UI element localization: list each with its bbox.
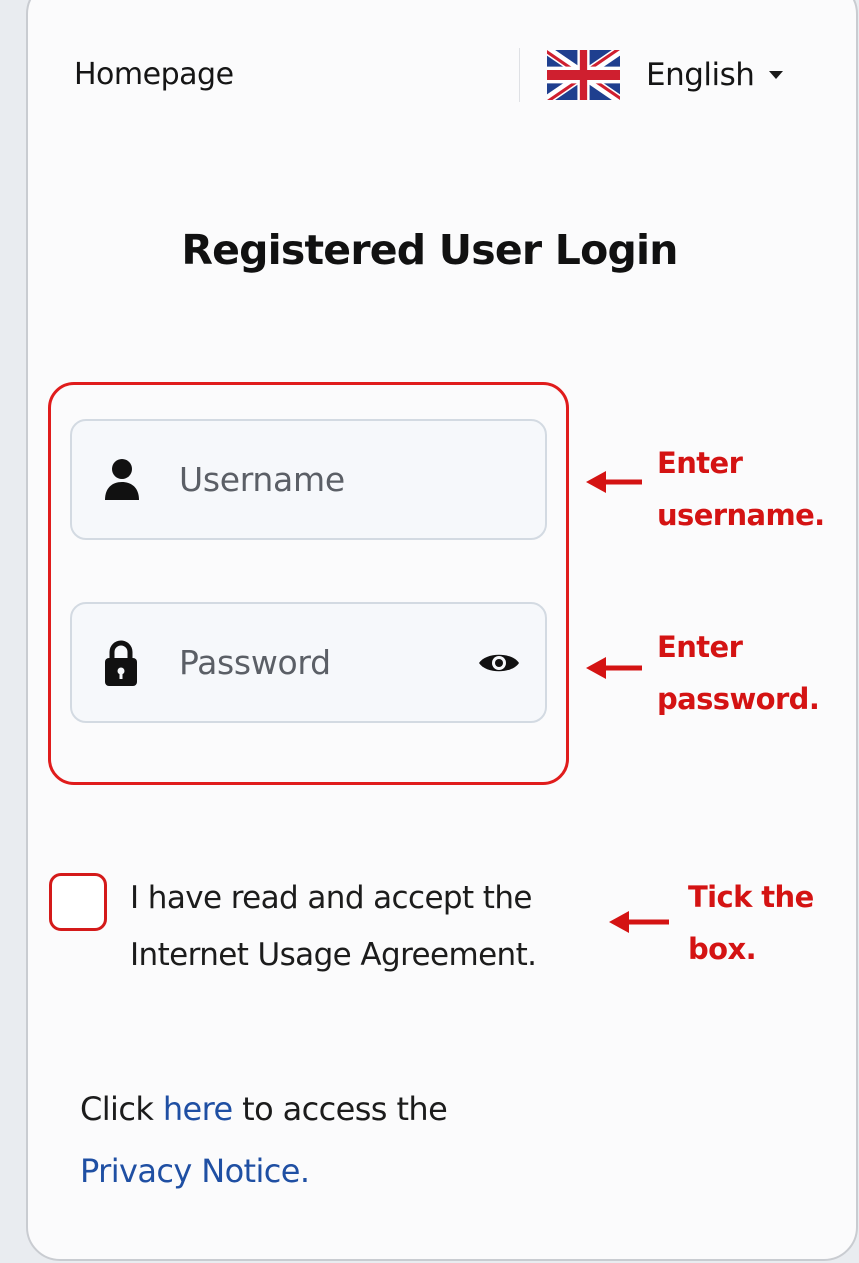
- agreement-checkbox[interactable]: [49, 873, 107, 931]
- arrow-left-icon: [609, 911, 669, 933]
- header-divider: [519, 48, 520, 102]
- checkbox-annotation: Tick the box.: [688, 871, 814, 975]
- privacy-text: Click here to access the Privacy Notice.: [80, 1078, 448, 1202]
- agreement-line: Internet Usage Agreement.: [130, 937, 537, 973]
- username-placeholder: Username: [179, 460, 345, 499]
- annotation-line: box.: [688, 932, 757, 966]
- language-label: English: [646, 57, 755, 93]
- arrow-left-icon: [586, 471, 642, 493]
- annotation-line: Enter: [657, 446, 743, 480]
- annotation-line: Enter: [657, 630, 743, 664]
- password-annotation: Enter password.: [657, 621, 820, 725]
- annotation-line: password.: [657, 682, 820, 716]
- language-selector[interactable]: English: [547, 48, 784, 102]
- page-title: Registered User Login: [181, 226, 678, 274]
- privacy-notice-link[interactable]: Privacy Notice.: [80, 1152, 310, 1190]
- uk-flag-icon: [547, 50, 620, 100]
- caret-down-icon: [769, 71, 784, 79]
- here-link[interactable]: here: [163, 1090, 233, 1128]
- annotation-line: Tick the: [688, 880, 814, 914]
- agreement-line: I have read and accept the: [130, 880, 532, 916]
- homepage-link[interactable]: Homepage: [74, 57, 234, 92]
- privacy-prefix: Click: [80, 1090, 154, 1128]
- username-field[interactable]: Username: [70, 419, 547, 540]
- annotation-line: username.: [657, 498, 825, 532]
- agreement-text: I have read and accept the Internet Usag…: [130, 870, 537, 984]
- privacy-middle: to access the: [242, 1090, 448, 1128]
- user-icon: [105, 458, 139, 500]
- password-field[interactable]: Password: [70, 602, 547, 723]
- password-placeholder: Password: [179, 643, 331, 682]
- arrow-left-icon: [586, 657, 642, 679]
- eye-icon[interactable]: [477, 649, 521, 677]
- lock-icon: [105, 640, 137, 686]
- username-annotation: Enter username.: [657, 437, 825, 541]
